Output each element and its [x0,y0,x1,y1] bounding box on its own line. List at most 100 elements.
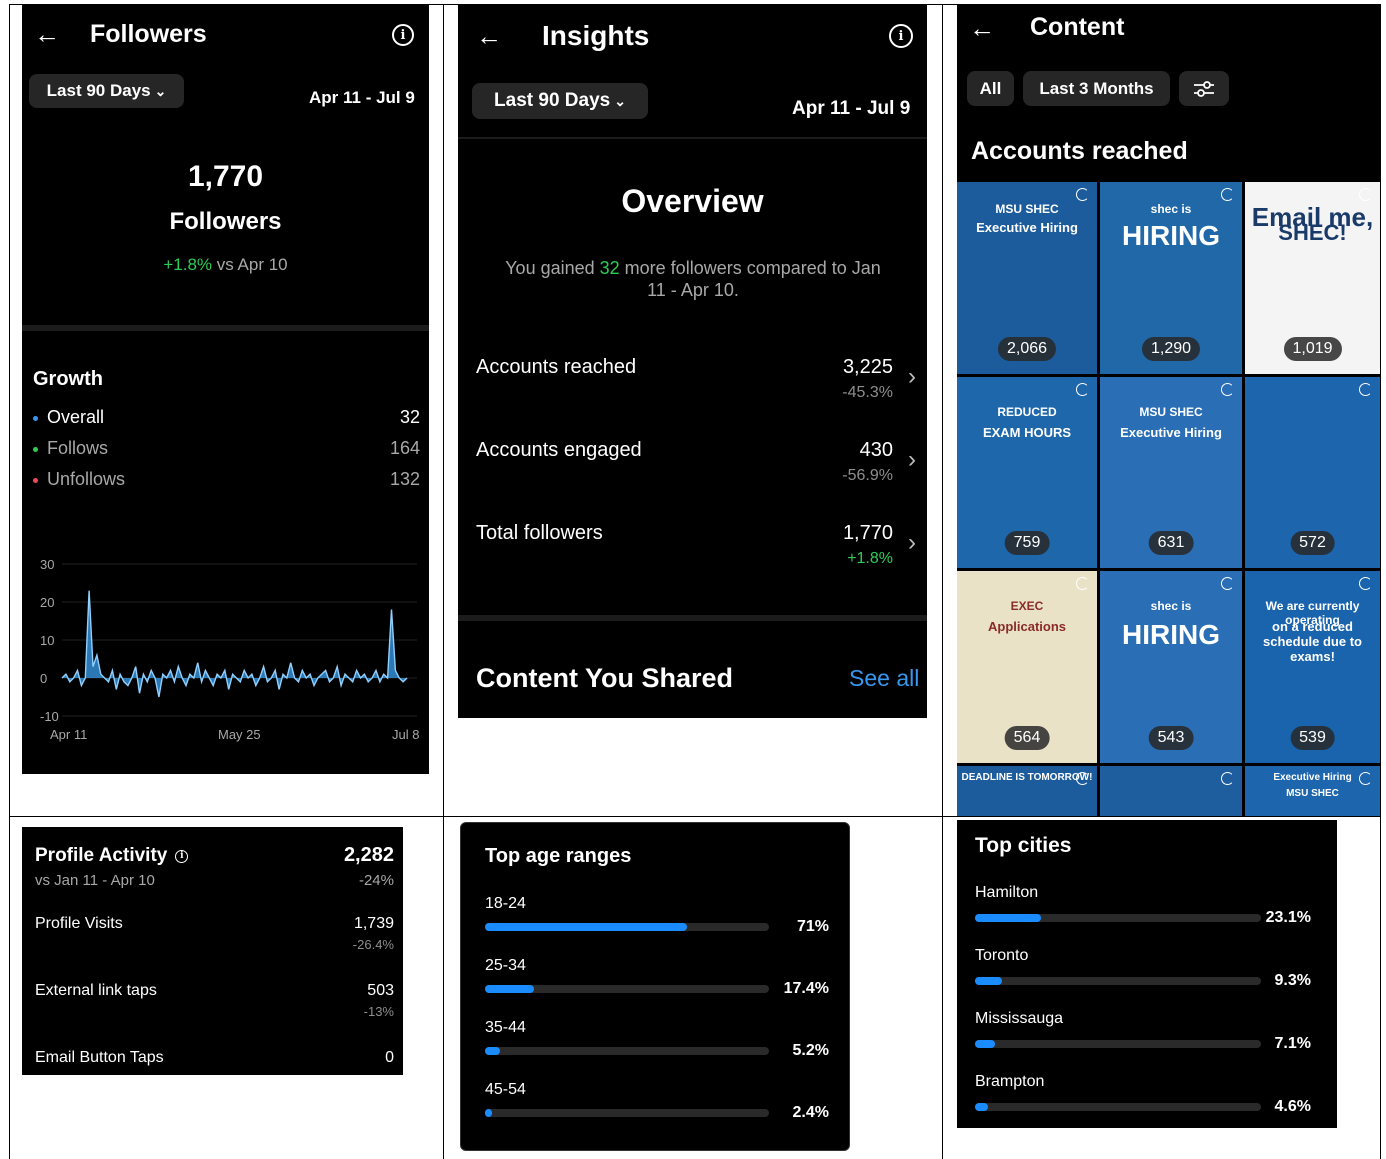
screen-title: Insights [542,20,650,51]
overview-post: more followers compared to Jan 11 - Apr … [619,258,881,300]
content-tile[interactable]: EXEC Applications 564 [957,571,1097,763]
age-range-label: 35-44 [485,1019,526,1036]
age-bar-fill [485,923,687,931]
content-tile[interactable]: 572 [1245,377,1380,568]
age-range-percent: 2.4% [792,1104,829,1121]
age-range-row: 35-44 5.2% [461,1019,849,1075]
reach-count: 564 [1004,726,1050,750]
filter-settings-button[interactable] [1179,71,1229,106]
content-tile[interactable]: shec is HIRING 1,290 [1100,182,1242,374]
content-tile[interactable]: DEADLINE IS TOMORROW! [957,766,1097,816]
profile-activity-row: Profile Visits 1,739 -26.4% [22,915,403,965]
screen-title: Content [1030,13,1125,41]
content-tile[interactable]: REDUCED EXAM HOURS 759 [957,377,1097,568]
city-bar-fill [975,1103,988,1111]
age-range-row: 18-24 71% [461,895,849,951]
y-tick-label: 20 [40,595,54,610]
carousel-indicator-icon [1076,188,1089,201]
table-border-row [9,816,1381,817]
carousel-indicator-icon [1076,577,1089,590]
metric-label: Accounts engaged [476,439,642,461]
overview-number: 32 [599,258,620,278]
age-bar-fill [485,985,534,993]
growth-row: Overall 32 [33,407,420,431]
city-bar-track [975,977,1261,985]
tile-headline: shec is [1150,202,1192,216]
content-tile[interactable]: MSU SHEC Executive Hiring 2,066 [957,182,1097,374]
range-dropdown[interactable]: Last 90 Days ⌄ [29,74,184,108]
metric-value: 430 [859,439,893,461]
age-bar-track [485,1047,769,1055]
see-all-link[interactable]: See all [849,665,919,692]
insight-metric-row[interactable]: Accounts reached 3,225 -45.3% › [458,343,927,403]
city-label: Brampton [975,1073,1045,1090]
activity-value: 1,739 [353,915,394,932]
x-tick-label: Apr 11 [50,727,87,742]
range-label: Last 90 Days [46,81,151,100]
date-range: Apr 11 - Jul 9 [309,88,415,107]
city-bar-track [975,1040,1261,1048]
reach-count: 759 [1004,531,1050,555]
carousel-indicator-icon [1359,188,1372,201]
info-icon[interactable]: i [392,24,414,46]
content-tile[interactable]: We are currently operating on a reduced s… [1245,571,1380,763]
metric-change: +1.8% [847,550,893,567]
carousel-indicator-icon [1359,577,1372,590]
activity-label: Email Button Taps [35,1049,164,1066]
overview-text: You gained 32 more followers compared to… [498,257,888,301]
followers-change: +1.8% vs Apr 10 [22,255,429,275]
insight-metric-row[interactable]: Total followers 1,770 +1.8% › [458,509,927,569]
content-tile[interactable] [1100,766,1242,816]
legend-dot-icon [33,447,38,452]
age-range-percent: 17.4% [783,980,829,997]
table-border-mid1 [443,4,444,1159]
tile-subhead: on a reduced schedule due to exams! [1263,619,1362,664]
age-range-row: 45-54 2.4% [461,1081,849,1137]
back-arrow-icon[interactable]: ← [34,19,60,50]
change-suffix: vs Apr 10 [216,255,288,274]
reach-count: 631 [1148,531,1194,555]
info-icon[interactable]: i [889,24,913,48]
info-icon[interactable]: i [175,849,189,863]
followers-screen: ← Followers i Last 90 Days ⌄ Apr 11 - Jul… [22,5,429,774]
content-shared-title: Content You Shared [476,663,734,693]
growth-row-value: 164 [389,438,420,458]
filter-all[interactable]: All [967,71,1014,106]
range-dropdown[interactable]: Last 90 Days ⌄ [472,83,648,119]
age-bar-track [485,1109,769,1117]
tile-subhead: HIRING [1122,619,1220,650]
chevron-right-icon: › [908,529,916,556]
city-row: Hamilton 23.1% [957,884,1337,940]
reach-count: 543 [1148,726,1194,750]
chevron-down-icon: ⌄ [154,82,167,99]
date-range: Apr 11 - Jul 9 [792,98,911,119]
tile-headline: MSU SHEC [1286,788,1339,799]
filter-last-3-months[interactable]: Last 3 Months [1023,71,1170,106]
tile-subhead: SHEC! [1278,220,1347,245]
back-arrow-icon[interactable]: ← [969,13,995,44]
chevron-right-icon: › [908,446,916,473]
age-bar-track [485,923,769,931]
city-label: Mississauga [975,1010,1064,1027]
chevron-right-icon: › [908,363,916,390]
carousel-indicator-icon [1359,383,1372,396]
range-label: Last 90 Days [494,90,611,111]
table-border-right [1380,4,1381,1159]
overview-pre: You gained [505,258,600,278]
tile-subhead: EXAM HOURS [982,425,1072,440]
x-tick-label: May 25 [218,727,261,742]
back-arrow-icon[interactable]: ← [476,21,502,52]
content-tile[interactable]: shec is HIRING 543 [1100,571,1242,763]
content-screen: ← Content All Last 3 Months Accounts rea… [957,5,1380,816]
y-tick-label: -10 [40,709,59,724]
insight-metric-row[interactable]: Accounts engaged 430 -56.9% › [458,426,927,486]
age-range-percent: 71% [796,918,829,935]
content-tile[interactable]: MSU SHEC Executive Hiring 631 [1100,377,1242,568]
content-tile[interactable]: Executive Hiring MSU SHEC [1245,766,1380,816]
age-bar-fill [485,1109,492,1117]
activity-change: -13% [363,1004,394,1019]
content-tile[interactable]: Email me, SHEC! 1,019 [1245,182,1380,374]
top-cities-title: Top cities [975,834,1072,857]
growth-line [61,590,408,698]
reach-count: 1,019 [1283,337,1342,361]
